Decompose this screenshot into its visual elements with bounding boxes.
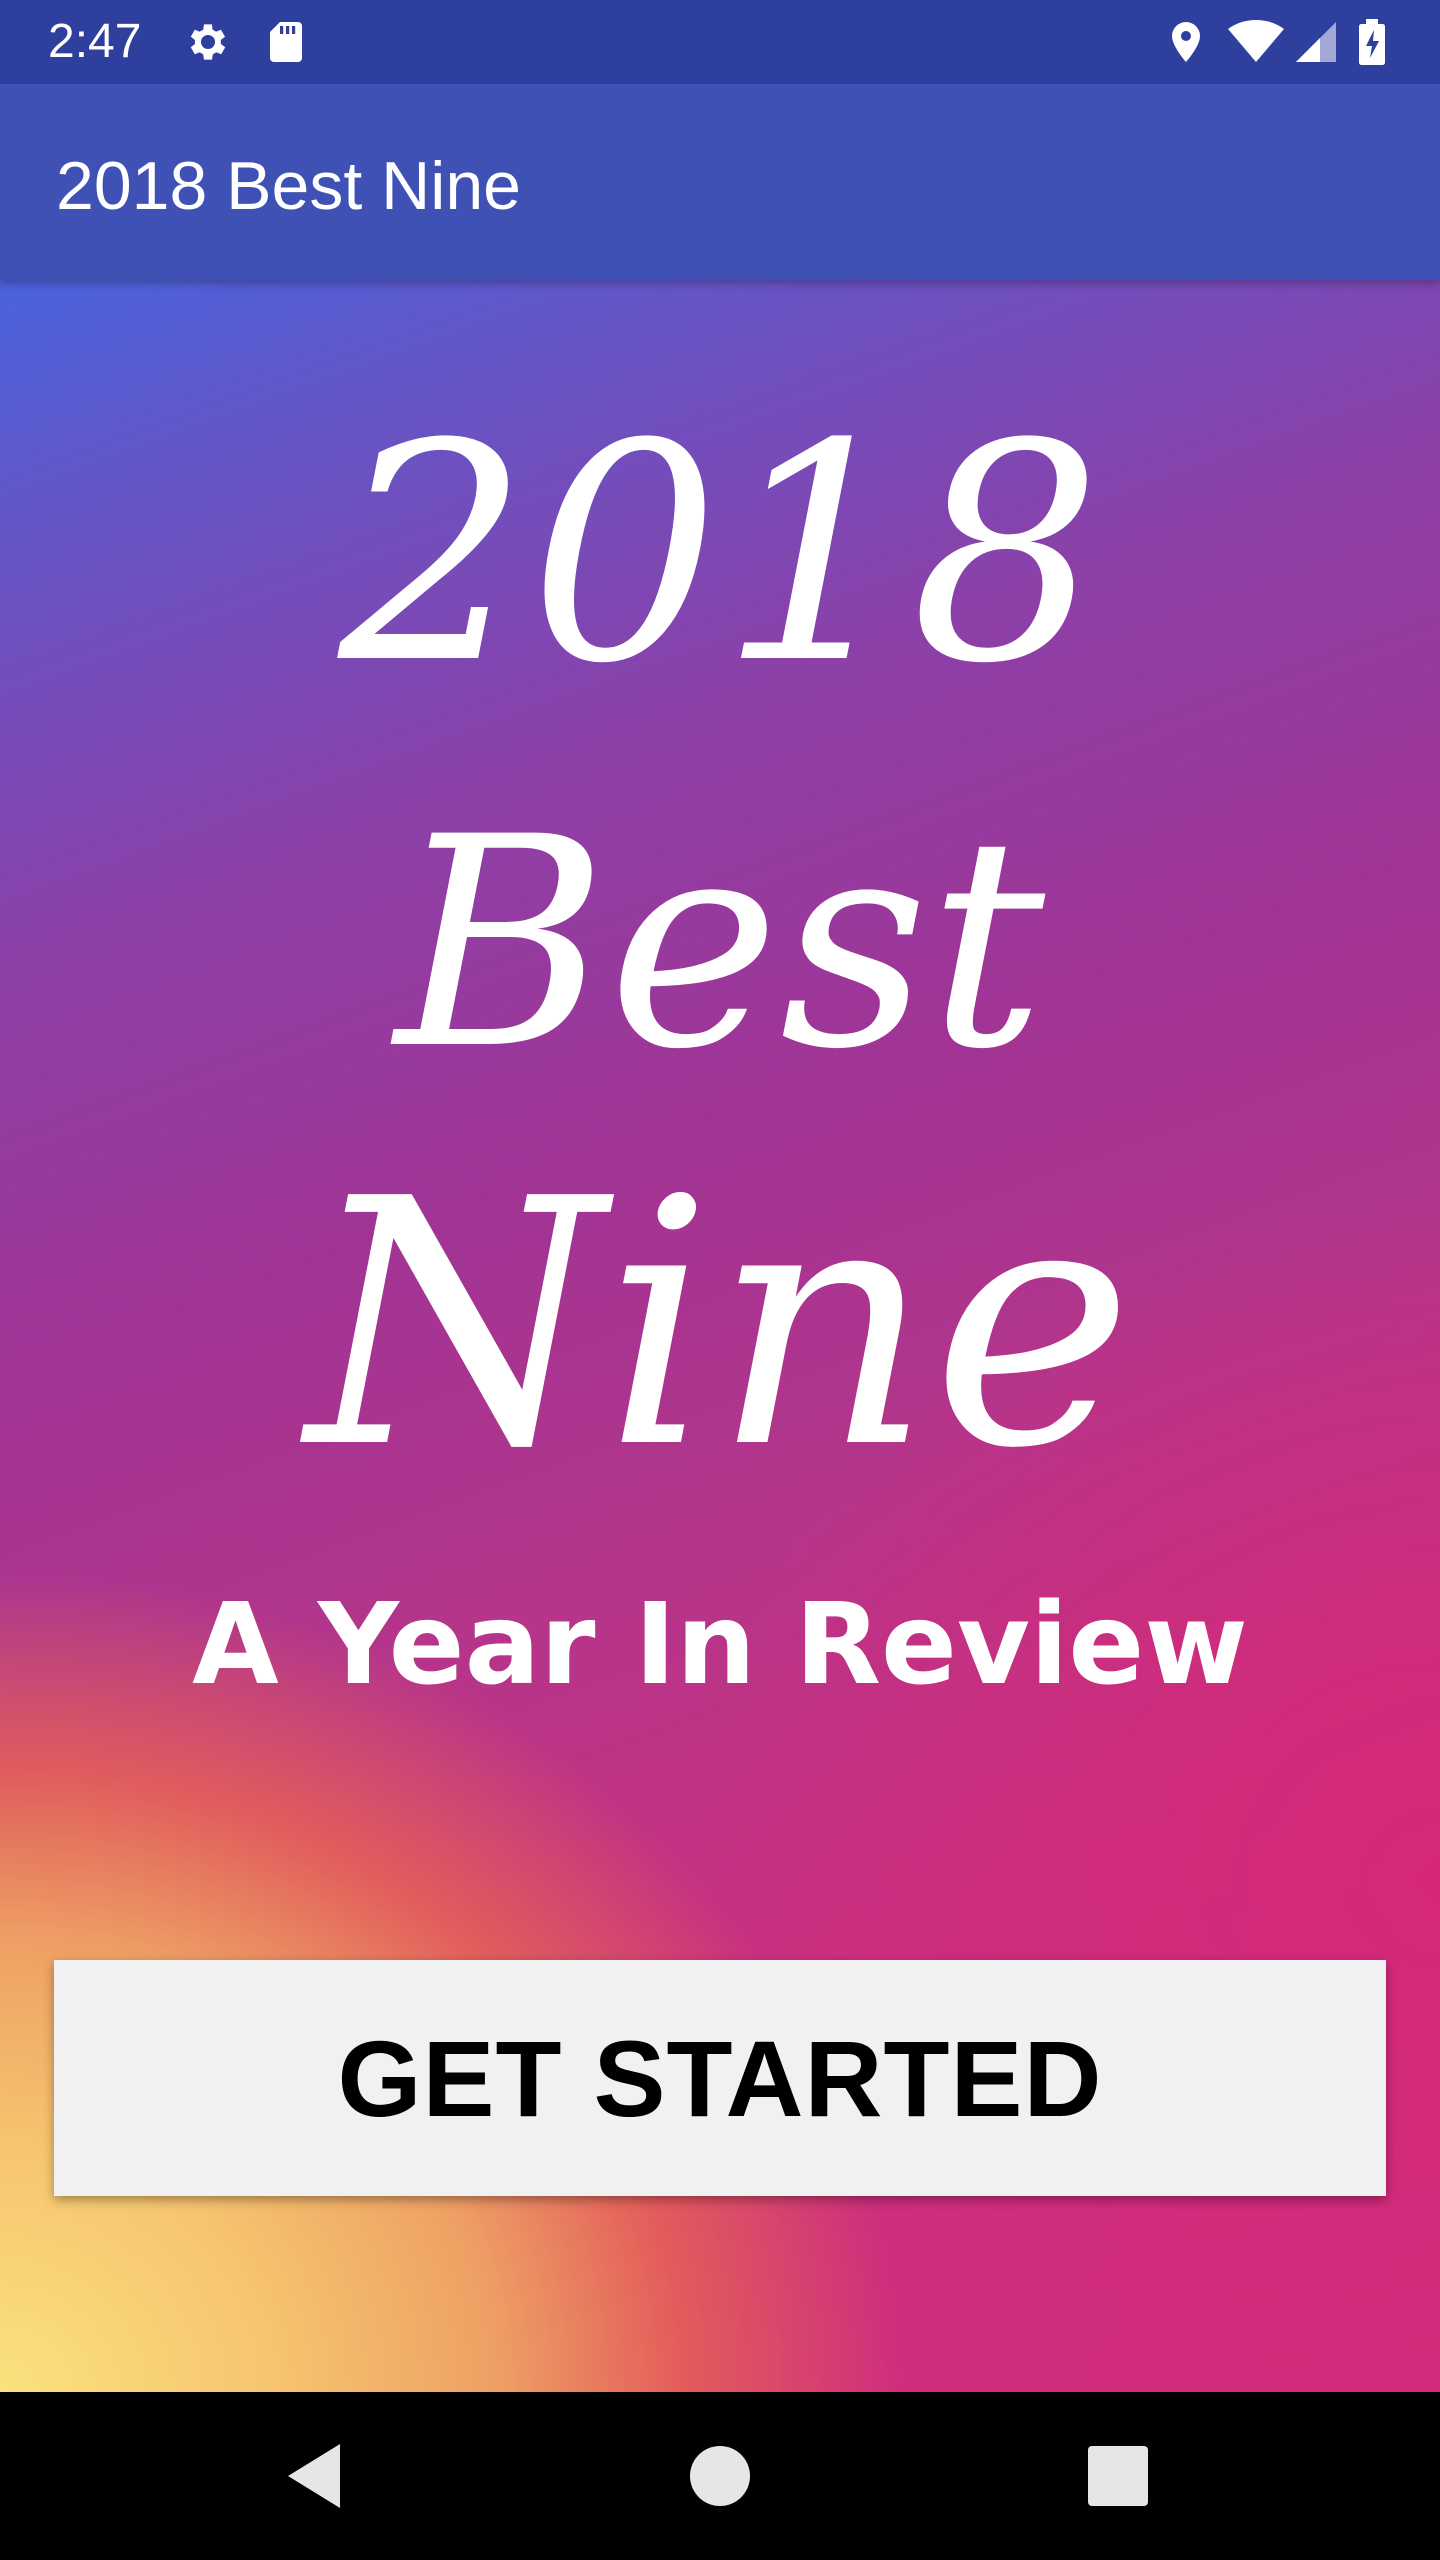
- status-bar: 2:47: [0, 0, 1440, 84]
- nav-bar: [0, 2392, 1440, 2560]
- location-icon: [1162, 18, 1210, 66]
- status-time: 2:47: [48, 15, 142, 68]
- hero-nine-text: Nine: [306, 1127, 1134, 1523]
- hero-best-text: Best: [394, 776, 1046, 1113]
- app-bar: 2018 Best Nine: [0, 84, 1440, 280]
- home-icon[interactable]: [680, 2436, 760, 2516]
- settings-icon: [184, 18, 232, 66]
- battery-charging-icon: [1354, 18, 1390, 66]
- back-icon[interactable]: [276, 2436, 356, 2516]
- hero-tagline: A Year In Review: [192, 1580, 1248, 1710]
- app-title: 2018 Best Nine: [56, 148, 521, 224]
- recents-icon[interactable]: [1078, 2436, 1158, 2516]
- get-started-button[interactable]: GET STARTED: [54, 1960, 1386, 2196]
- hero-year-text: 2018: [338, 380, 1102, 729]
- sd-card-icon: [262, 18, 310, 66]
- app-screen: 2:47 2018 Best Nine 2018 Best Nine A Yea…: [0, 0, 1440, 2560]
- main-content: 2018 Best Nine A Year In Review GET STAR…: [0, 280, 1440, 2392]
- wifi-icon: [1226, 18, 1286, 66]
- signal-icon: [1292, 18, 1340, 66]
